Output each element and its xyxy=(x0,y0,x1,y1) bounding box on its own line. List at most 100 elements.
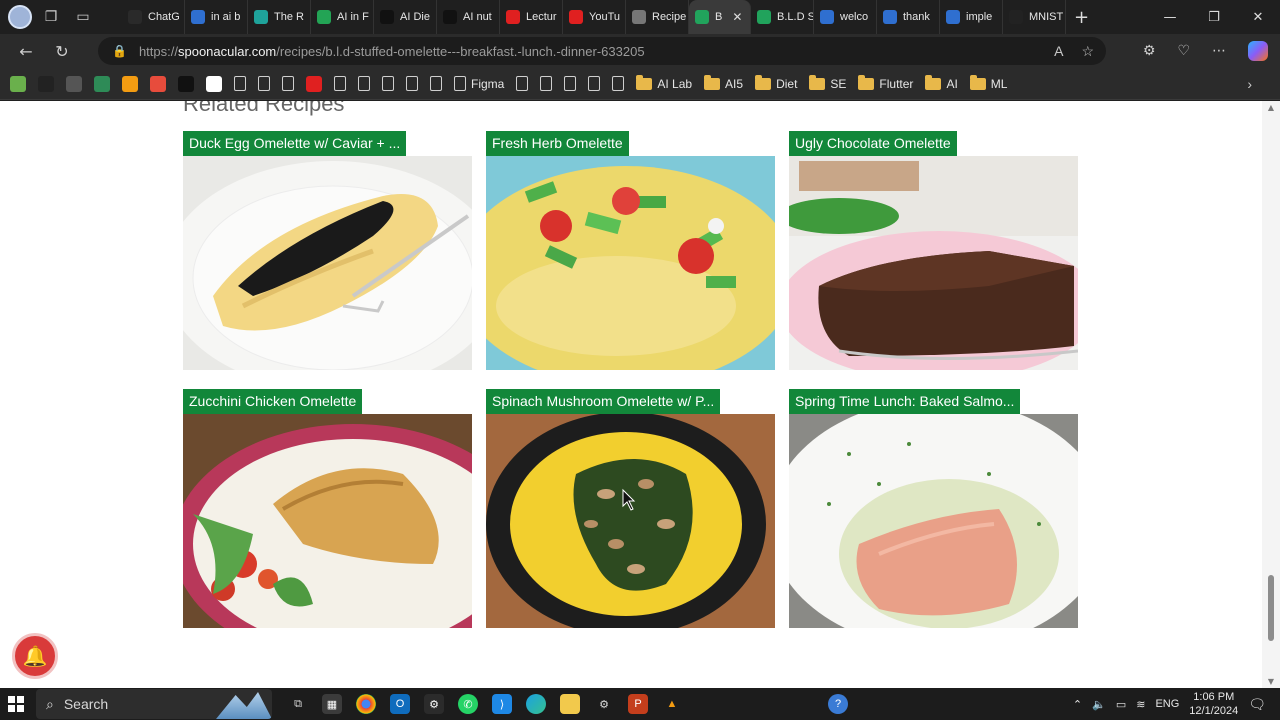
scrollbar-thumb[interactable] xyxy=(1268,575,1274,641)
browser-tab[interactable]: YouTu xyxy=(563,0,626,34)
more-menu-icon[interactable]: ⋯ xyxy=(1212,43,1226,59)
bookmark-item[interactable]: Figma xyxy=(454,76,504,91)
recipe-card[interactable]: Zucchini Chicken Omelette xyxy=(183,389,472,628)
recipe-card-title[interactable]: Duck Egg Omelette w/ Caviar + ... xyxy=(183,131,407,156)
bookmark-folder[interactable]: AI Lab xyxy=(636,74,692,91)
scroll-down-arrow-icon[interactable]: ▼ xyxy=(1266,677,1276,686)
browser-tab[interactable]: B ✕ xyxy=(689,0,751,34)
whatsapp-icon[interactable]: ✆ xyxy=(458,694,478,714)
bookmark-item[interactable] xyxy=(66,75,82,92)
bookmark-folder[interactable]: ML xyxy=(969,74,1007,91)
chatgpt-icon[interactable]: ⚙ xyxy=(424,694,444,714)
baked-salmon-image[interactable] xyxy=(789,414,1078,628)
bookmark-item[interactable] xyxy=(358,76,370,91)
recipe-card[interactable]: Duck Egg Omelette w/ Caviar + ... xyxy=(183,131,472,370)
close-window-button[interactable]: ✕ xyxy=(1236,0,1280,34)
scroll-up-arrow-icon[interactable]: ▲ xyxy=(1266,103,1276,112)
page-scrollbar[interactable]: ▲ ▼ xyxy=(1262,101,1280,688)
bookmark-item[interactable] xyxy=(612,76,625,91)
browser-tab[interactable]: Recipe xyxy=(626,0,689,34)
profile-avatar[interactable] xyxy=(8,5,32,29)
minimize-button[interactable]: — xyxy=(1148,0,1192,34)
store-icon[interactable]: ▦ xyxy=(322,694,342,714)
bookmark-folder[interactable]: Diet xyxy=(755,74,797,91)
recipe-card-title[interactable]: Fresh Herb Omelette xyxy=(486,131,629,156)
recipe-card[interactable]: Spring Time Lunch: Baked Salmo... xyxy=(789,389,1078,628)
vscode-icon[interactable]: ⟩ xyxy=(492,694,512,714)
bookmark-item[interactable] xyxy=(382,76,394,91)
chrome-icon[interactable] xyxy=(356,694,376,714)
bookmark-item[interactable] xyxy=(10,75,26,92)
back-button[interactable]: ← xyxy=(8,34,44,68)
notification-bell-button[interactable]: 🔔 xyxy=(12,633,58,679)
help-icon[interactable]: ? xyxy=(828,694,848,714)
address-bar[interactable]: 🔒 https://spoonacular.com/recipes/b.l.d-… xyxy=(98,37,1106,65)
bookmark-folder[interactable]: SE xyxy=(809,74,846,91)
browser-tab[interactable]: B.L.D S xyxy=(751,0,814,34)
close-tab-icon[interactable]: ✕ xyxy=(732,10,742,24)
bookmark-folder[interactable]: AI xyxy=(925,74,958,91)
start-button[interactable] xyxy=(0,688,32,720)
copilot-icon[interactable] xyxy=(1248,41,1268,61)
bookmark-item[interactable] xyxy=(334,76,346,91)
bookmark-item[interactable] xyxy=(306,75,322,92)
bookmark-folder[interactable]: AI5 xyxy=(704,74,743,91)
bookmark-item[interactable] xyxy=(516,76,529,91)
recipe-card-title[interactable]: Spring Time Lunch: Baked Salmo... xyxy=(789,389,1021,414)
bookmark-item[interactable] xyxy=(122,75,138,92)
language-indicator[interactable]: ENG xyxy=(1155,698,1179,710)
bookmark-item[interactable] xyxy=(406,76,418,91)
settings-icon[interactable]: ⚙ xyxy=(594,694,614,714)
favorite-star-icon[interactable]: ☆ xyxy=(1081,43,1094,60)
taskbar-search-box[interactable]: ⌕ Search xyxy=(36,689,272,719)
bookmark-item[interactable] xyxy=(540,76,553,91)
bookmark-item[interactable] xyxy=(234,76,246,91)
clock[interactable]: 1:06 PM 12/1/2024 xyxy=(1189,690,1238,718)
wifi-icon[interactable]: ≋ xyxy=(1136,698,1145,711)
browser-tab[interactable]: MNIST xyxy=(1003,0,1066,34)
extensions-icon[interactable]: ⚙ xyxy=(1143,43,1156,59)
file-explorer-icon[interactable] xyxy=(560,694,580,714)
recipe-card[interactable]: Spinach Mushroom Omelette w/ P... xyxy=(486,389,775,628)
notifications-icon[interactable]: 🗨 xyxy=(1248,696,1266,713)
browser-essentials-icon[interactable]: ♡ xyxy=(1177,43,1190,59)
duck-egg-omelette-image[interactable] xyxy=(183,156,472,370)
bookmark-item[interactable] xyxy=(38,75,54,92)
bookmark-item[interactable] xyxy=(94,75,110,92)
bookmark-item[interactable] xyxy=(150,75,166,92)
bookmark-item[interactable] xyxy=(206,75,222,92)
browser-tab[interactable]: imple xyxy=(940,0,1003,34)
bookmark-folder[interactable]: Flutter xyxy=(858,74,913,91)
bookmarks-overflow-chevron-icon[interactable]: › xyxy=(1247,76,1252,92)
read-aloud-icon[interactable]: A xyxy=(1054,43,1063,59)
recipe-card-title[interactable]: Zucchini Chicken Omelette xyxy=(183,389,363,414)
browser-tab[interactable]: The R xyxy=(248,0,311,34)
browser-tab[interactable]: Lectur xyxy=(500,0,563,34)
zucchini-chicken-omelette-image[interactable] xyxy=(183,414,472,628)
browser-tab[interactable]: AI in F xyxy=(311,0,374,34)
bookmark-item[interactable] xyxy=(430,76,442,91)
recipe-card-title[interactable]: Spinach Mushroom Omelette w/ P... xyxy=(486,389,721,414)
bookmark-item[interactable] xyxy=(564,76,577,91)
vlc-icon[interactable]: ▲ xyxy=(662,694,682,714)
recipe-card-title[interactable]: Ugly Chocolate Omelette xyxy=(789,131,957,156)
bookmark-item[interactable] xyxy=(258,76,270,91)
battery-icon[interactable]: ▭ xyxy=(1116,698,1126,711)
outlook-icon[interactable]: O xyxy=(390,694,410,714)
bookmark-item[interactable] xyxy=(282,76,294,91)
bookmark-item[interactable] xyxy=(588,76,601,91)
spinach-mushroom-omelette-image[interactable] xyxy=(486,414,775,628)
recipe-card[interactable]: Fresh Herb Omelette xyxy=(486,131,775,370)
tab-actions-icon[interactable]: ▭ xyxy=(70,4,96,30)
refresh-button[interactable]: ↻ xyxy=(44,34,80,68)
browser-tab[interactable]: AI nut xyxy=(437,0,500,34)
browser-tab[interactable]: AI Die xyxy=(374,0,437,34)
browser-tab[interactable]: in ai b xyxy=(185,0,248,34)
bookmark-item[interactable] xyxy=(178,75,194,92)
powerpoint-icon[interactable]: P xyxy=(628,694,648,714)
new-tab-button[interactable]: + xyxy=(1074,7,1089,28)
recipe-card[interactable]: Ugly Chocolate Omelette xyxy=(789,131,1078,370)
volume-icon[interactable]: 🔈 xyxy=(1092,698,1106,711)
edge-icon[interactable] xyxy=(526,694,546,714)
browser-tab[interactable]: thank xyxy=(877,0,940,34)
